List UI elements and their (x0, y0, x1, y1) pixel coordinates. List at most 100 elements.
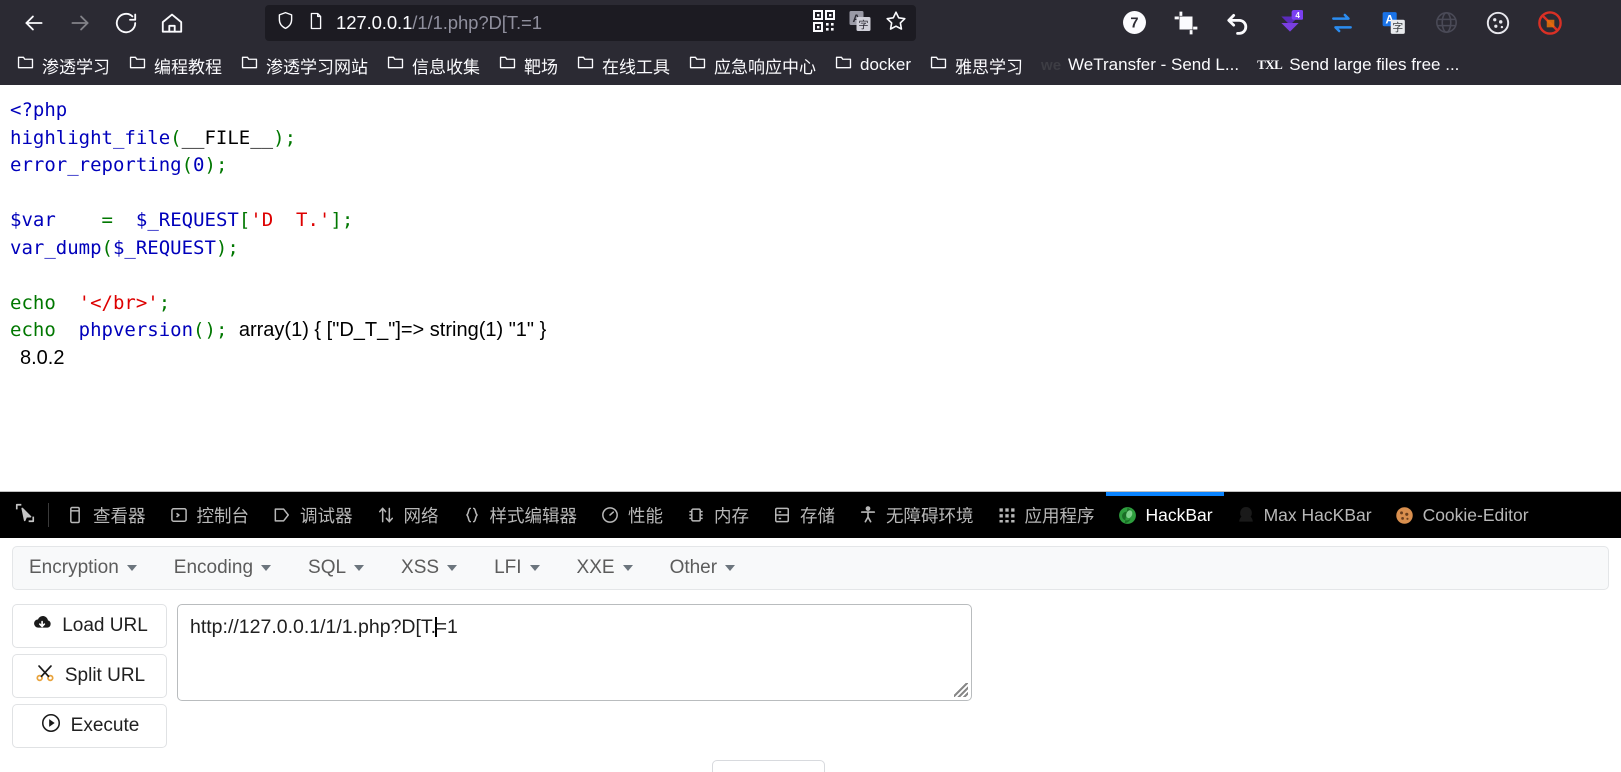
php-open-tag: <?php (10, 99, 68, 121)
url-text[interactable]: 127.0.0.1/1/1.php?D[T.=1 (336, 12, 542, 34)
hackbar-menu-label: SQL (308, 557, 347, 578)
bookmark-item[interactable]: 雅思学习 (921, 49, 1031, 82)
devtools-tab-label: 内存 (714, 505, 749, 526)
hackbar-body: Load URL Split URL Execute http://127.0.… (0, 590, 1621, 748)
shield-icon[interactable] (275, 10, 296, 36)
devtools-tab-performance[interactable]: 性能 (588, 492, 674, 538)
folder-icon (576, 53, 595, 77)
star-icon[interactable] (884, 9, 908, 38)
code-superglobal: $_REQUEST (135, 209, 239, 231)
devtools-panel: 查看器 控制台 调试器 网络 样式编辑器 性能 内存 存储 无障碍环境 应用程序… (0, 491, 1621, 772)
folder-icon (386, 53, 405, 77)
devtools-tab-debugger[interactable]: 调试器 (260, 492, 364, 538)
devtools-tab-label: Cookie-Editor (1422, 504, 1529, 525)
devtools-tab-label: Max HacKBar (1263, 504, 1372, 525)
devtools-tab-inspector[interactable]: 查看器 (53, 492, 157, 538)
devtools-tab-application[interactable]: 应用程序 (985, 492, 1106, 538)
devtools-tab-accessibility[interactable]: 无障碍环境 (846, 492, 985, 538)
hackbar-panel: Encryption Encoding SQL XSS LFI XXE Othe… (0, 546, 1621, 772)
chevron-down-icon (354, 565, 365, 571)
hackbar-menu-other[interactable]: Other (670, 557, 755, 579)
hackbar-menu-sql[interactable]: SQL (308, 557, 383, 579)
globe-icon[interactable] (1432, 9, 1460, 37)
hackbar-menu-lfi[interactable]: LFI (494, 557, 558, 579)
page-info-icon[interactable] (306, 11, 326, 36)
var-dump-output: array(1) { ["D_T_"]=> string(1) "1" } (238, 319, 547, 341)
hackbar-post-data-field[interactable] (712, 760, 825, 772)
devtools-tab-network[interactable]: 网络 (364, 492, 450, 538)
bookmark-label: 在线工具 (602, 57, 670, 77)
element-picker-button[interactable] (6, 492, 44, 538)
load-url-button[interactable]: Load URL (12, 604, 167, 648)
textarea-resize-handle[interactable] (954, 683, 968, 697)
style-editor-icon (461, 504, 483, 526)
bookmark-item[interactable]: 应急响应中心 (680, 49, 824, 82)
download-chevron-icon[interactable]: 4 (1276, 9, 1304, 37)
folder-icon (929, 53, 948, 77)
devtools-tab-storage[interactable]: 存储 (760, 492, 846, 538)
qr-code-icon[interactable] (812, 9, 836, 38)
bookmark-item[interactable]: TXL Send large files free ... (1249, 51, 1467, 79)
extension-icons: 7 4 A字 (1120, 0, 1564, 45)
badge-seven-icon[interactable]: 7 (1120, 9, 1148, 37)
devtools-tab-style-editor[interactable]: 样式编辑器 (450, 492, 589, 538)
devtools-tab-cookie-editor[interactable]: Cookie-Editor (1383, 492, 1540, 538)
translate-ext-icon[interactable]: A字 (1380, 9, 1408, 37)
devtools-tab-max-hackbar[interactable]: Max HacKBar (1224, 492, 1383, 538)
paren: ) (215, 236, 228, 259)
folder-icon (16, 53, 35, 77)
block-icon[interactable] (1536, 9, 1564, 37)
bookmark-item[interactable]: 渗透学习网站 (232, 49, 376, 82)
hackbar-menu-encryption[interactable]: Encryption (29, 557, 156, 579)
undo-arrow-icon[interactable] (1224, 9, 1252, 37)
home-button[interactable] (152, 5, 192, 41)
button-label: Execute (70, 715, 140, 736)
hackbar-menu-xss[interactable]: XSS (401, 557, 476, 579)
bookmark-item[interactable]: 编程教程 (120, 49, 230, 82)
bookmark-item[interactable]: 信息收集 (378, 49, 488, 82)
devtools-tab-label: 无障碍环境 (886, 505, 974, 526)
url-host: 127.0.0.1 (336, 12, 413, 33)
paren: ( (181, 154, 194, 176)
bookmark-item[interactable]: we WeTransfer - Send L... (1033, 51, 1247, 79)
wetransfer-icon: we (1041, 56, 1062, 74)
toolbar-divider (48, 503, 49, 527)
split-url-button[interactable]: Split URL (12, 654, 167, 698)
paren: ( (170, 126, 182, 149)
bookmark-label: WeTransfer - Send L... (1068, 55, 1240, 74)
back-button[interactable] (14, 5, 54, 41)
bookmark-item[interactable]: docker (826, 49, 919, 81)
execute-button[interactable]: Execute (12, 704, 167, 748)
browser-toolbar: 127.0.0.1/1/1.php?D[T.=1 A字 7 (0, 0, 1621, 45)
hackbar-menu-xxe[interactable]: XXE (577, 557, 652, 579)
forward-button[interactable] (60, 5, 100, 41)
devtools-tab-hackbar[interactable]: HackBar (1105, 492, 1224, 538)
code-echo-1: echo (10, 291, 56, 314)
url-input[interactable]: http://127.0.0.1/1/1.php?D[T.=1 (177, 604, 972, 701)
debugger-icon (271, 504, 293, 526)
folder-icon (498, 53, 517, 77)
code-arg-request: $_REQUEST (112, 236, 216, 259)
url-bar[interactable]: 127.0.0.1/1/1.php?D[T.=1 A字 (265, 5, 916, 41)
hackbar-menu-label: Other (669, 557, 718, 578)
crop-capture-icon[interactable] (1172, 9, 1200, 37)
button-label: Load URL (62, 615, 148, 636)
devtools-tab-memory[interactable]: 内存 (674, 492, 760, 538)
bookmark-item[interactable]: 渗透学习 (8, 49, 118, 82)
reload-button[interactable] (106, 5, 146, 41)
cookie-icon[interactable] (1484, 9, 1512, 37)
code-fn-var-dump: var_dump (10, 236, 102, 259)
translate-icon[interactable]: A字 (848, 9, 872, 38)
semicolon: ; (341, 209, 354, 231)
semicolon: ; (284, 126, 297, 149)
devtools-tab-label: 查看器 (93, 505, 146, 526)
chevron-down-icon (529, 565, 540, 571)
bookmark-item[interactable]: 在线工具 (568, 49, 678, 82)
performance-icon (599, 504, 621, 526)
proxy-switch-icon[interactable] (1328, 9, 1356, 37)
forward-arrow-icon (67, 10, 93, 36)
bookmark-item[interactable]: 靶场 (490, 49, 566, 82)
devtools-tab-console[interactable]: 控制台 (157, 492, 261, 538)
hackbar-menu-encoding[interactable]: Encoding (174, 557, 290, 579)
chevron-down-icon (725, 565, 736, 571)
